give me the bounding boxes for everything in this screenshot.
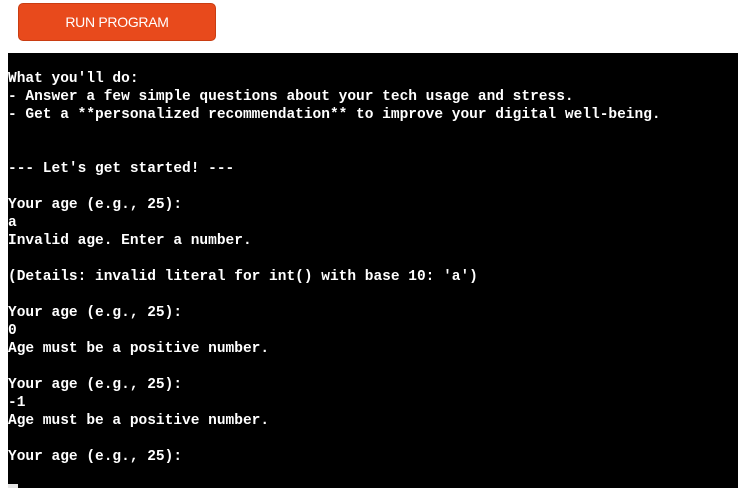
terminal-line: Your age (e.g., 25): [8, 305, 183, 321]
terminal-scroll-edge [8, 484, 18, 488]
page: RUN PROGRAM What you'll do: - Answer a fe… [0, 0, 750, 488]
terminal-line: What you'll do: [8, 71, 139, 87]
terminal-line: Your age (e.g., 25): [8, 377, 183, 393]
terminal-line: Your age (e.g., 25): [8, 449, 183, 465]
terminal-line: Invalid age. Enter a number. [8, 233, 252, 249]
terminal-line: -1 [8, 395, 26, 411]
terminal-line: - Get a **personalized recommendation** … [8, 107, 661, 123]
terminal-line: - Answer a few simple questions about yo… [8, 89, 574, 105]
terminal-line: (Details: invalid literal for int() with… [8, 269, 478, 285]
terminal-line: Your age (e.g., 25): [8, 197, 183, 213]
terminal-line: --- Let's get started! --- [8, 161, 235, 177]
terminal-line: 0 [8, 323, 17, 339]
terminal-line: Age must be a positive number. [8, 341, 270, 357]
terminal-output[interactable]: What you'll do: - Answer a few simple que… [8, 53, 738, 488]
terminal-lines: What you'll do: - Answer a few simple que… [8, 70, 661, 466]
terminal-line: a [8, 215, 17, 231]
run-program-button[interactable]: RUN PROGRAM [18, 3, 216, 41]
terminal-line: Age must be a positive number. [8, 413, 270, 429]
